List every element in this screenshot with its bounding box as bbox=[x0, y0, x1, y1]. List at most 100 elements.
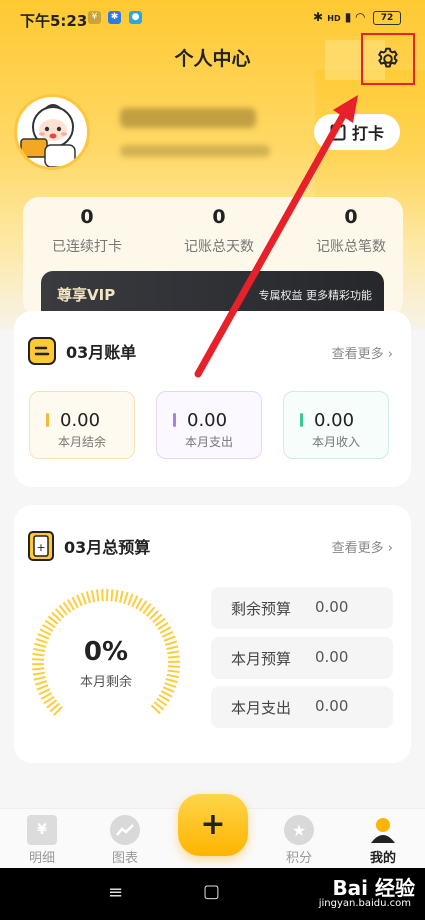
bill-expense-label: 本月支出 bbox=[184, 435, 233, 449]
bill-balance-bar bbox=[46, 413, 49, 427]
gauge-tick bbox=[135, 597, 143, 610]
wifi-icon: ◠ bbox=[355, 10, 365, 24]
gauge-tick bbox=[40, 692, 53, 700]
nav-item-charts[interactable]: 图表 bbox=[90, 815, 160, 866]
gauge-tick bbox=[85, 591, 91, 604]
bill-card: 03月账单 查看更多 › 0.00 本月结余 0.00 本月支出 0.00 本月… bbox=[14, 311, 411, 487]
avatar[interactable] bbox=[14, 94, 90, 170]
budget-card: + 03月总预算 查看更多 › 0% 本月剩余 剩余预算 0.00 本月预算 0… bbox=[14, 505, 411, 763]
nav-label: 图表 bbox=[111, 851, 138, 866]
stat-value: 0 bbox=[344, 206, 358, 228]
watermark-brand: Bai 经验 bbox=[332, 876, 415, 900]
status-time: 下午5:23 bbox=[20, 12, 88, 30]
gauge-tick bbox=[127, 593, 134, 606]
bill-income-label: 本月收入 bbox=[311, 435, 360, 449]
gauge-tick bbox=[95, 589, 100, 602]
stat-label: 记账总笔数 bbox=[316, 239, 386, 255]
bill-expense-bar bbox=[173, 413, 176, 427]
stat-value: 0 bbox=[212, 206, 226, 228]
bluetooth-icon: ✱ bbox=[313, 10, 324, 24]
gauge-tick bbox=[110, 589, 114, 602]
budget-row-value: 0.00 bbox=[315, 697, 349, 715]
gear-icon bbox=[378, 47, 398, 68]
stat-total-records: 0 记账总笔数 bbox=[288, 206, 414, 256]
budget-title: 03月总预算 bbox=[64, 538, 151, 557]
menu-icon[interactable]: ≡ bbox=[108, 882, 123, 903]
bill-income-bar bbox=[300, 413, 303, 427]
gauge-tick bbox=[76, 594, 83, 607]
nav-label: 我的 bbox=[369, 851, 396, 866]
user-info-redacted bbox=[120, 145, 270, 157]
budget-percent-label: 本月剩余 bbox=[79, 675, 132, 690]
vip-title: 尊享VIP bbox=[57, 286, 116, 304]
budget-more-label: 查看更多 bbox=[331, 541, 384, 556]
yen-icon: ¥ bbox=[88, 11, 101, 24]
network-label: HD bbox=[327, 14, 341, 23]
budget-header: + 03月总预算 bbox=[28, 531, 150, 561]
stat-value: 0 bbox=[80, 206, 94, 228]
bill-expense-value: 0.00 bbox=[187, 410, 228, 431]
gauge-tick bbox=[118, 590, 124, 603]
stat-label: 已连续打卡 bbox=[52, 239, 122, 255]
bill-more-link[interactable]: 查看更多 › bbox=[332, 343, 393, 362]
add-record-button[interactable]: + bbox=[178, 794, 248, 856]
settings-button[interactable] bbox=[361, 33, 415, 85]
budget-row-label: 本月预算 bbox=[231, 650, 292, 668]
gauge-tick bbox=[32, 667, 45, 671]
bill-more-label: 查看更多 bbox=[331, 347, 384, 362]
stat-total-days: 0 记账总天数 bbox=[156, 206, 282, 256]
stat-label: 记账总天数 bbox=[184, 239, 254, 255]
calendar-icon bbox=[330, 123, 346, 141]
budget-row-expense: 本月支出 0.00 bbox=[211, 686, 393, 728]
gauge-tick bbox=[80, 592, 87, 605]
gauge-tick bbox=[160, 690, 173, 698]
user-icon bbox=[368, 815, 398, 845]
budget-row-budget: 本月预算 0.00 bbox=[211, 637, 393, 679]
bill-balance-box[interactable]: 0.00 本月结余 bbox=[29, 391, 135, 459]
nav-item-points[interactable]: ★ 积分 bbox=[264, 815, 334, 866]
gauge-tick bbox=[101, 589, 104, 602]
budget-row-value: 0.00 bbox=[315, 598, 349, 616]
gauge-tick bbox=[71, 596, 79, 609]
bill-income-box[interactable]: 0.00 本月收入 bbox=[283, 391, 389, 459]
bill-header: 03月账单 bbox=[28, 337, 136, 365]
bill-balance-value: 0.00 bbox=[60, 410, 101, 431]
bill-icon bbox=[28, 337, 56, 365]
mascot-icon bbox=[20, 104, 76, 167]
status-right: ✱ HD ▮ ◠ 72 bbox=[313, 10, 401, 25]
watermark-url: jingyan.baidu.com bbox=[318, 898, 411, 909]
bluetooth-app-icon: ✱ bbox=[108, 11, 121, 24]
gauge-tick bbox=[114, 589, 119, 602]
budget-row-label: 本月支出 bbox=[231, 699, 292, 717]
plus-icon: + bbox=[200, 807, 226, 842]
gauge-tick bbox=[159, 626, 172, 634]
status-bar: 下午5:23 ¥ ✱ ● ✱ HD ▮ ◠ 72 bbox=[0, 0, 425, 36]
checkin-label: 打卡 bbox=[351, 124, 384, 143]
gauge-tick bbox=[131, 595, 139, 608]
nav-item-me[interactable]: 我的 bbox=[348, 815, 418, 866]
chevron-right-icon: › bbox=[387, 541, 393, 556]
battery-indicator: 72 bbox=[373, 10, 401, 25]
nav-label: 明细 bbox=[28, 851, 55, 866]
budget-icon: + bbox=[28, 531, 54, 561]
home-icon[interactable]: ▢ bbox=[203, 881, 220, 902]
bill-expense-box[interactable]: 0.00 本月支出 bbox=[156, 391, 262, 459]
gauge-tick bbox=[90, 590, 96, 603]
chart-icon bbox=[110, 815, 140, 845]
checkin-button[interactable]: 打卡 bbox=[314, 114, 400, 150]
budget-more-link[interactable]: 查看更多 › bbox=[332, 537, 393, 556]
svg-text:+: + bbox=[36, 541, 45, 554]
username-redacted bbox=[120, 108, 256, 128]
ledger-icon: ¥ bbox=[27, 815, 57, 845]
budget-row-remaining: 剩余预算 0.00 bbox=[211, 587, 393, 629]
budget-row-label: 剩余预算 bbox=[231, 600, 292, 618]
bill-income-value: 0.00 bbox=[314, 410, 355, 431]
nav-item-details[interactable]: ¥ 明细 bbox=[7, 815, 77, 866]
gauge-tick bbox=[39, 628, 52, 636]
bill-title: 03月账单 bbox=[66, 343, 137, 362]
star-icon: ★ bbox=[284, 815, 314, 845]
nav-label: 积分 bbox=[285, 851, 312, 866]
chat-app-icon: ● bbox=[129, 11, 142, 24]
gauge-tick bbox=[123, 591, 129, 605]
chevron-right-icon: › bbox=[387, 347, 393, 362]
